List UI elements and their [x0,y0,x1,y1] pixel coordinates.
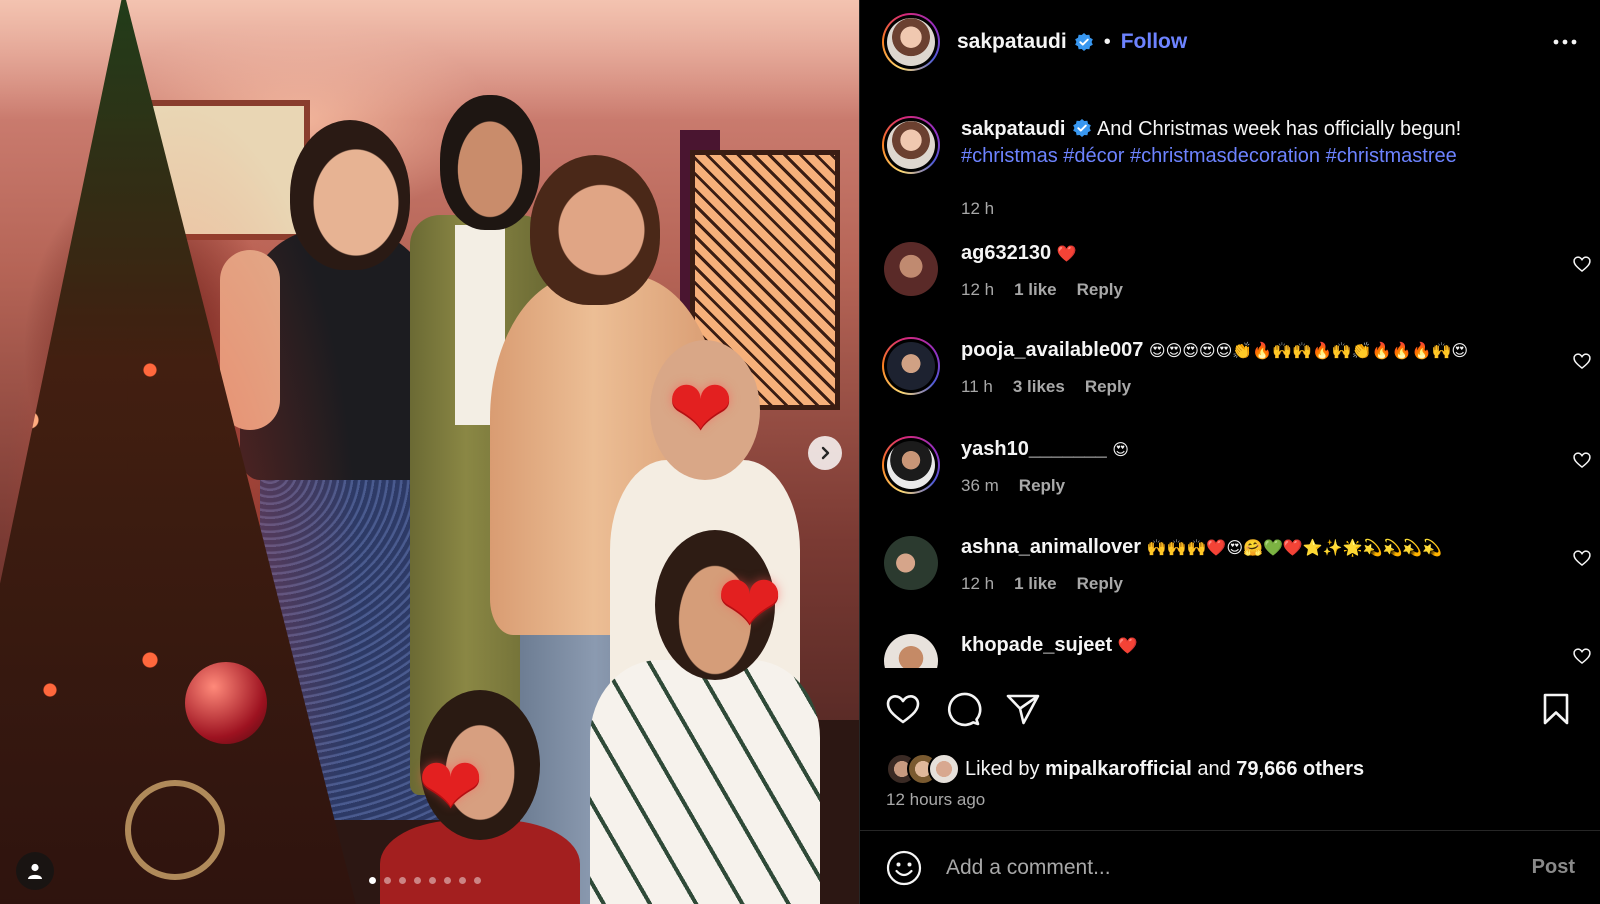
photo-person-boy-front [590,530,820,904]
comment-time: 12 h [961,574,995,593]
verified-badge-icon [1074,33,1093,51]
heart-icon[interactable] [1572,548,1592,568]
paper-plane-icon[interactable] [1004,690,1042,728]
comments-list[interactable]: sakpataudi And Christmas week has offici… [860,100,1600,668]
carousel-dot [384,877,391,884]
comment-time: 36 m [961,476,999,495]
photo-ornament-ring [125,780,225,880]
caption-body: sakpataudi And Christmas week has offici… [961,116,1521,170]
comment-text: ❤️ [1056,244,1077,263]
carousel-dot [369,877,376,884]
add-comment-bar: Post [860,830,1600,904]
likes-and: and [1197,757,1231,780]
comment-likes-count[interactable]: 1 like [1014,574,1057,594]
comment-username[interactable]: khopade_sujeet [961,634,1112,656]
reply-button[interactable]: Reply [1085,377,1131,397]
liker-avatars [886,753,961,785]
commenter-avatar[interactable] [882,337,940,395]
comment-body: khopade_sujeet ❤️ [961,632,1521,659]
post-details-panel: sakpataudi • Follow sakpataudi And Chris… [859,0,1600,904]
comment-text: 😍😍😍😍😍👏🔥🙌🙌🔥🙌👏🔥🔥🔥🙌😍 [1148,341,1469,360]
face-cover-heart-icon: ❤ [668,364,734,454]
likes-others-count[interactable]: 79,666 others [1236,758,1364,781]
face-cover-heart-icon: ❤ [717,559,783,649]
more-horizontal-icon [1553,39,1577,45]
comment-username[interactable]: yash10_______ [961,438,1107,460]
header-separator: • [1103,30,1111,53]
reply-button[interactable]: Reply [1019,476,1065,496]
carousel-dot [474,877,481,884]
caption-text: And Christmas week has officially begun! [1096,118,1462,140]
comment-username[interactable]: ag632130 [961,242,1051,264]
comment-meta: 12 h 1 like Reply [961,574,1123,594]
post-header: sakpataudi • Follow [860,0,1600,84]
likes-summary[interactable]: Liked by mipalkarofficial and 79,666 oth… [886,753,1364,785]
commenter-avatar[interactable] [884,536,938,590]
comment-text: ❤️ [1117,636,1138,655]
bookmark-icon[interactable] [1537,690,1575,728]
comment-body: pooja_available007 😍😍😍😍😍👏🔥🙌🙌🔥🙌👏🔥🔥🔥🙌😍 [961,337,1521,364]
heart-icon[interactable] [1572,646,1592,666]
comment-text: 😍 [1112,440,1129,459]
carousel-dot [429,877,436,884]
more-options-button[interactable] [1551,28,1579,56]
comment-meta: 36 m Reply [961,476,1065,496]
caption-time: 12 h [961,199,995,218]
face-cover-heart-icon: ❤ [418,742,484,832]
comment-username[interactable]: ashna_animallover [961,536,1141,558]
tagged-users-button[interactable] [16,852,54,890]
commenter-avatar[interactable] [884,634,938,668]
comment-meta: 12 h 1 like Reply [961,280,1123,300]
heart-icon[interactable] [1572,351,1592,371]
caption-avatar[interactable] [882,116,940,174]
comment-time: 12 h [961,280,995,299]
caption-hashtags[interactable]: #christmas #décor #christmasdecoration #… [961,145,1457,167]
comment-likes-count[interactable]: 1 like [1014,280,1057,300]
comment-body: yash10_______ 😍 [961,436,1521,463]
emoji-icon[interactable] [886,850,922,886]
post-comment-button[interactable]: Post [1532,856,1575,879]
carousel-dot [444,877,451,884]
carousel-indicator [369,877,481,884]
instagram-post-modal: ❤ ❤ ❤ sakpataudi • Follow sakpataudi And… [0,0,1600,904]
comment-text: 🙌🙌🙌❤️😍🤗💚❤️⭐✨🌟💫💫💫💫 [1146,538,1443,557]
comment-username[interactable]: pooja_available007 [961,339,1143,361]
commenter-avatar[interactable] [882,436,940,494]
carousel-dot [459,877,466,884]
chevron-right-icon [821,446,830,460]
reply-button[interactable]: Reply [1077,574,1123,594]
comment-body: ag632130 ❤️ [961,240,1521,267]
comment-time: 11 h [961,377,993,396]
author-avatar[interactable] [882,13,940,71]
post-action-bar [860,690,1600,734]
post-photo[interactable]: ❤ ❤ ❤ [0,0,859,904]
heart-icon[interactable] [1572,254,1592,274]
comment-meta: 11 h 3 likes Reply [961,377,1131,397]
post-timestamp: 12 hours ago [886,790,986,809]
heart-icon[interactable] [884,690,922,728]
comment-icon[interactable] [944,690,982,728]
photo-ornament [185,662,267,744]
carousel-dot [399,877,406,884]
carousel-next-button[interactable] [808,436,842,470]
liker-username[interactable]: mipalkarofficial [1045,758,1192,781]
follow-button[interactable]: Follow [1121,30,1188,54]
verified-badge-icon [1073,119,1092,137]
likes-prefix: Liked by [965,757,1040,780]
carousel-dot [414,877,421,884]
reply-button[interactable]: Reply [1077,280,1123,300]
caption-username[interactable]: sakpataudi [961,118,1065,140]
caption-meta: 12 h [961,199,994,219]
heart-icon[interactable] [1572,450,1592,470]
user-tag-icon [28,863,42,879]
commenter-avatar[interactable] [884,242,938,296]
author-username[interactable]: sakpataudi [957,30,1067,54]
comment-input[interactable] [946,849,1506,886]
comment-body: ashna_animallover 🙌🙌🙌❤️😍🤗💚❤️⭐✨🌟💫💫💫💫 [961,534,1521,561]
comment-likes-count[interactable]: 3 likes [1013,377,1065,397]
